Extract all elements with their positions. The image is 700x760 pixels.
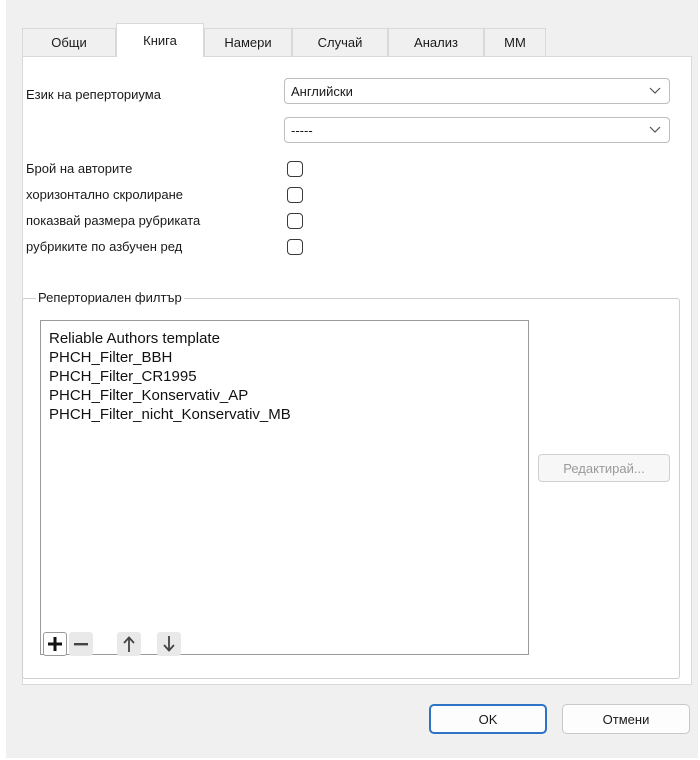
edit-filter-button[interactable]: Редактирай...	[538, 454, 670, 482]
list-item[interactable]: PHCH_Filter_CR1995	[41, 367, 528, 386]
remove-filter-button[interactable]	[69, 632, 93, 656]
tab-analysis[interactable]: Анализ	[388, 28, 484, 56]
filter-list[interactable]: Reliable Authors template PHCH_Filter_BB…	[40, 320, 529, 655]
plus-icon	[48, 637, 62, 651]
tab-mm[interactable]: MM	[484, 28, 546, 56]
horizontal-scroll-label: хоризонтално скролиране	[26, 187, 184, 202]
rubric-size-checkbox[interactable]	[287, 213, 303, 229]
arrow-down-icon	[163, 636, 175, 652]
author-count-checkbox[interactable]	[287, 161, 303, 177]
tab-find[interactable]: Намери	[204, 28, 292, 56]
repertory-filter-title: Реперториален филтър	[36, 290, 184, 305]
list-item[interactable]: PHCH_Filter_BBH	[41, 348, 528, 367]
author-count-label: Брой на авторите	[26, 161, 133, 176]
ok-button[interactable]: OK	[429, 704, 547, 734]
horizontal-scroll-checkbox[interactable]	[287, 187, 303, 203]
chevron-down-icon	[649, 126, 661, 133]
chevron-down-icon	[649, 87, 661, 94]
tab-general[interactable]: Общи	[22, 28, 116, 56]
move-up-button[interactable]	[117, 632, 141, 656]
minus-icon	[74, 643, 88, 646]
list-item[interactable]: PHCH_Filter_nicht_Konservativ_MB	[41, 405, 528, 424]
alphabetical-rubrics-label: рубриките по азбучен ред	[26, 239, 183, 254]
language-label: Език на реперториума	[26, 87, 161, 102]
arrow-up-icon	[123, 636, 135, 652]
list-item[interactable]: Reliable Authors template	[41, 329, 528, 348]
language-value: Английски	[291, 83, 353, 99]
secondary-language-select[interactable]: -----	[284, 117, 670, 143]
language-select[interactable]: Английски	[284, 78, 670, 104]
secondary-language-value: -----	[291, 122, 313, 138]
rubric-size-label: показвай размера рубриката	[26, 213, 201, 228]
alphabetical-rubrics-checkbox[interactable]	[287, 239, 303, 255]
list-item[interactable]: PHCH_Filter_Konservativ_AP	[41, 386, 528, 405]
cancel-button[interactable]: Отмени	[562, 704, 690, 734]
move-down-button[interactable]	[157, 632, 181, 656]
tab-book[interactable]: Книга	[116, 23, 204, 57]
add-filter-button[interactable]	[43, 632, 67, 656]
tab-case[interactable]: Случай	[292, 28, 388, 56]
